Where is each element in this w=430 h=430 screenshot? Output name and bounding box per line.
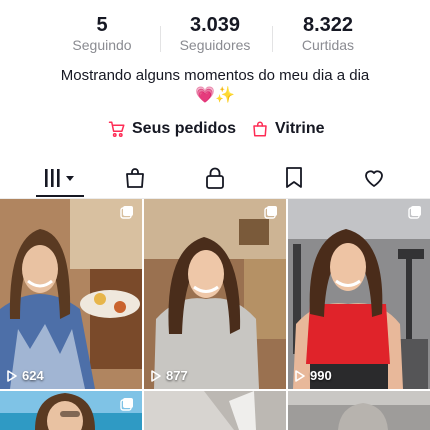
- multi-image-icon: [120, 398, 133, 411]
- profile-links: Seus pedidos Vitrine: [0, 120, 430, 142]
- stat-likes[interactable]: 8.322 Curtidas: [278, 14, 378, 54]
- video-thumbnail-image: [288, 391, 430, 430]
- lock-icon: [206, 167, 224, 189]
- following-count: 5: [96, 14, 108, 36]
- video-thumbnail-image: [0, 199, 142, 389]
- video-thumbnail[interactable]: 877: [144, 199, 286, 389]
- video-thumbnail-image: [144, 199, 286, 389]
- play-icon: [151, 369, 161, 382]
- stat-divider: [160, 26, 161, 52]
- grid-bars-icon: [45, 169, 74, 187]
- orders-label: Seus pedidos: [132, 120, 237, 137]
- multi-image-icon: [408, 206, 421, 219]
- bookmark-icon: [286, 167, 302, 188]
- showcase-label: Vitrine: [275, 120, 325, 137]
- followers-label: Seguidores: [179, 37, 251, 53]
- shopping-bag-icon: [253, 121, 267, 137]
- stat-following[interactable]: 5 Seguindo: [52, 14, 152, 54]
- tab-liked[interactable]: [334, 160, 414, 196]
- view-count-label: 990: [310, 368, 332, 383]
- video-thumbnail-image: [144, 391, 286, 430]
- stat-divider: [272, 26, 273, 52]
- video-thumbnail[interactable]: 624: [0, 199, 142, 389]
- multi-image-icon: [120, 206, 133, 219]
- profile-tabs: [0, 160, 430, 199]
- showcase-link[interactable]: Vitrine: [251, 120, 325, 138]
- view-count: 877: [150, 368, 188, 383]
- tab-shop[interactable]: [95, 160, 175, 196]
- shopping-cart-icon: [108, 121, 125, 137]
- likes-count: 8.322: [302, 14, 354, 36]
- heart-icon: [365, 170, 383, 187]
- view-count: 990: [294, 368, 332, 383]
- play-icon: [295, 369, 305, 382]
- followers-count: 3.039: [189, 14, 241, 36]
- tab-private[interactable]: [175, 160, 255, 196]
- profile-bio: Mostrando alguns momentos do meu dia a d…: [60, 67, 370, 84]
- view-count-label: 624: [22, 368, 44, 383]
- multi-image-icon: [264, 206, 277, 219]
- profile-stats: 5 Seguindo 3.039 Seguidores 8.322 Curtid…: [0, 14, 430, 54]
- view-count-label: 877: [166, 368, 188, 383]
- video-thumbnail[interactable]: [0, 391, 142, 430]
- video-thumbnail-image: [288, 199, 430, 389]
- tab-saved[interactable]: [254, 160, 334, 196]
- stat-followers[interactable]: 3.039 Seguidores: [165, 14, 265, 54]
- likes-label: Curtidas: [301, 37, 355, 53]
- play-icon: [7, 369, 17, 382]
- video-thumbnail[interactable]: [144, 391, 286, 430]
- view-count: 624: [6, 368, 44, 383]
- video-thumbnail[interactable]: [288, 391, 430, 430]
- video-thumbnail[interactable]: 990: [288, 199, 430, 389]
- bio-emojis: 💗✨: [195, 87, 235, 104]
- tab-videos[interactable]: [20, 160, 100, 197]
- shopping-bag-icon: [126, 168, 144, 188]
- video-grid: 624 877 990: [0, 199, 430, 430]
- following-label: Seguindo: [72, 37, 132, 53]
- orders-link[interactable]: Seus pedidos: [108, 120, 236, 138]
